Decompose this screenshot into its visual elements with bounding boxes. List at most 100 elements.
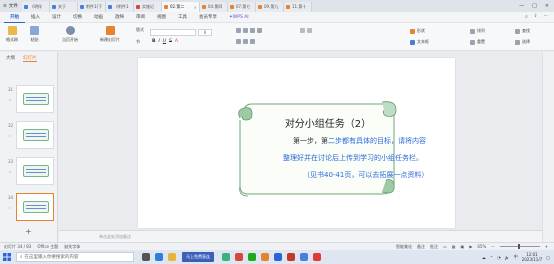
word-icon[interactable] [300,253,308,261]
tray-chevron-icon[interactable]: ⌃ [490,255,493,260]
find-button[interactable]: 查找 [515,28,530,34]
volume-icon[interactable]: 🔈 [505,255,510,260]
maximize-icon[interactable]: □ [532,3,537,9]
add-slide-icon[interactable]: + [25,227,32,236]
select-button[interactable]: 选择 [515,39,530,45]
doc-icon [80,5,84,9]
menu-transition[interactable]: 切换 [67,12,88,23]
normal-view-icon[interactable]: ▭ [443,244,447,249]
document-tab[interactable]: 《明伴 [22,2,50,12]
pdf-app-icon[interactable] [287,253,295,261]
current-slide[interactable]: 对分小组任务（2） 第一步，第二步都有具体的目标，请将内容 整理好并在讨论后上传… [138,58,455,228]
sorter-view-icon[interactable]: ▦ [452,244,456,249]
menu-insert[interactable]: 插入 [25,12,46,23]
arrange-button[interactable]: 排列 [470,28,485,34]
tab-slides[interactable]: 幻灯片 [23,55,37,62]
wps-ai-button[interactable]: ✦ WPS AI [223,12,255,23]
reset-button[interactable]: 重置 [470,39,485,45]
slide-thumb-selected[interactable]: 34 ☆ [0,193,58,225]
file-menu-button[interactable]: ≡ 文件 [0,3,22,10]
menu-slideshow[interactable]: 放映 [109,12,130,23]
list-group[interactable] [236,39,255,44]
play-from-current-button[interactable]: 当页开始 [62,26,78,43]
app-icon[interactable] [222,253,230,261]
new-slide-button[interactable]: 新建幻灯片 [100,26,120,43]
document-tab[interactable]: 关于 [50,2,78,12]
zoom-slider[interactable] [499,244,540,249]
bold-button[interactable]: B [152,39,155,44]
task-view-icon[interactable] [142,253,150,261]
beautify-button[interactable]: 智能美化 [396,244,412,250]
taskbar-search-input[interactable]: ⌕ 在这里输入你要搜索的内容 [16,252,134,262]
star-icon: ☆ [8,205,12,210]
share-icon[interactable]: ⇪ [534,14,538,20]
news-button[interactable]: 马上免费直连 [182,252,214,262]
comment-button[interactable]: 批注 [430,244,438,250]
media-icon[interactable] [313,253,321,261]
font-name-select[interactable] [150,29,196,36]
document-tab[interactable]: 实施记 [134,2,162,12]
menu-home[interactable]: 开始 [4,12,25,23]
textbox-button[interactable]: 文本框 [410,39,429,45]
document-tab[interactable]: 04.第四 [200,2,228,12]
system-clock[interactable]: 12:01 2023/11/7 [522,252,543,262]
document-tab[interactable]: 附件1(下 [78,2,106,12]
italic-button[interactable]: I [158,39,159,44]
ime-icon[interactable]: 中 [514,254,518,260]
slide-thumb[interactable]: 32 ☆ [0,121,58,153]
zoom-in-icon[interactable]: + [545,244,548,249]
wps-icon[interactable] [235,253,243,261]
menu-tools[interactable]: 工具 [172,12,193,23]
vertical-scrollbar[interactable] [542,52,554,242]
slideshow-play-icon[interactable]: ▶ [469,244,472,249]
slide-position: 幻灯片 34 / 83 [4,243,32,249]
document-tab[interactable]: 07.第七 [228,2,256,12]
underline-button[interactable]: U [163,39,166,44]
slide-thumb[interactable]: 31 ☆ [0,85,58,117]
document-tab[interactable]: 11.第十 [284,2,312,12]
minimize-icon[interactable]: — [519,3,524,9]
zoom-level[interactable]: 65% [477,244,486,249]
notes-field[interactable]: 单击此处添加备注 [59,230,542,242]
edge-icon[interactable] [155,253,163,261]
document-tab-active[interactable]: 02.第二 × [162,2,200,12]
menu-view[interactable]: 视图 [151,12,172,23]
more-icon[interactable]: ⋯ [544,14,549,20]
font-size-select[interactable]: 0 [198,29,212,36]
find-icon [515,28,520,34]
reading-view-icon[interactable]: ▣ [461,244,465,249]
layout-button[interactable]: 版式 [136,27,144,33]
shapes-button[interactable]: 形状 [410,28,425,34]
paste-button[interactable]: 粘贴 [30,26,39,43]
document-tab[interactable]: 09.第九 [256,2,284,12]
theme-name[interactable]: Office 主题 [37,244,58,250]
align-group[interactable] [236,28,262,33]
wechat-icon[interactable] [248,253,256,261]
font-color-button[interactable]: A [175,39,178,44]
notification-icon[interactable]: ▢ [546,255,550,260]
weather-icon[interactable]: ☁ [482,255,486,260]
section-button[interactable]: 节 [136,39,140,45]
close-tab-icon[interactable]: × [194,5,197,10]
qq-icon[interactable] [274,253,282,261]
menu-member[interactable]: 会员专享 [193,12,223,23]
ppt-app-icon[interactable] [261,253,269,261]
menu-review[interactable]: 审阅 [130,12,151,23]
notes-button[interactable]: 备注 [417,244,425,250]
folder-icon[interactable] [168,253,176,261]
tab-outline[interactable]: 大纲 [6,55,15,62]
close-window-icon[interactable]: × [545,3,549,9]
document-tab[interactable]: 《附件1 [106,2,134,12]
menu-design[interactable]: 设计 [46,12,67,23]
text-direction-group[interactable] [300,28,312,33]
zoom-out-icon[interactable]: − [491,244,494,249]
missing-font-button[interactable]: 缺失字体 [64,244,80,250]
search-icon: ⌕ [20,255,23,260]
menu-animation[interactable]: 动画 [88,12,109,23]
slide-thumb[interactable]: 33 ☆ [0,157,58,189]
format-painter-button[interactable]: 格式刷 [6,26,18,43]
search-icon[interactable]: ⌕ [525,14,528,20]
strike-button[interactable]: S [169,39,172,44]
windows-start-icon[interactable] [0,250,14,264]
network-icon[interactable]: ◔ [497,255,501,260]
